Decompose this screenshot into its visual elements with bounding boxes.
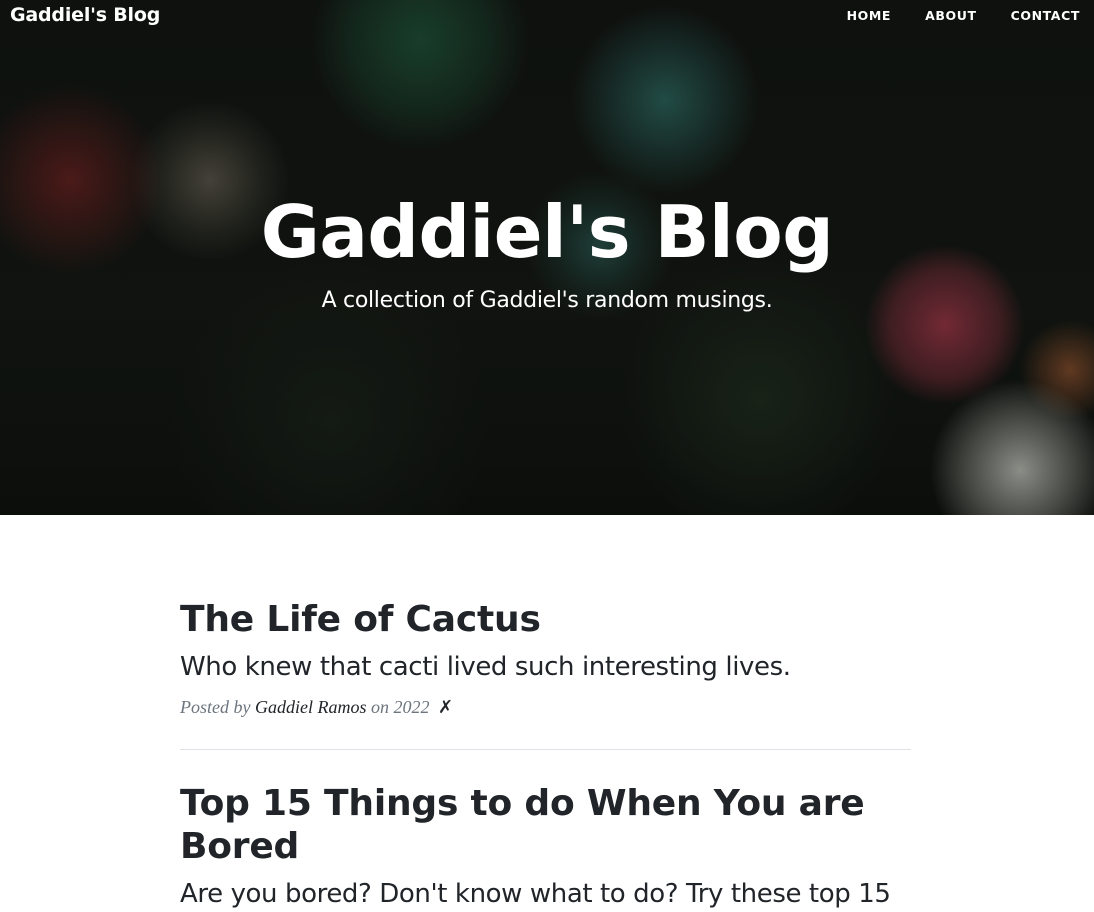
nav-link-contact[interactable]: CONTACT xyxy=(991,8,1094,23)
post-preview: Top 15 Things to do When You are Bored A… xyxy=(180,750,911,912)
nav-links: HOME ABOUT CONTACT xyxy=(827,8,1094,23)
main-nav: Gaddiel's Blog HOME ABOUT CONTACT xyxy=(0,0,1094,32)
hero-title: Gaddiel's Blog xyxy=(260,190,834,274)
page-header: Gaddiel's Blog HOME ABOUT CONTACT Gaddie… xyxy=(0,0,1094,515)
delete-post-icon[interactable]: ✗ xyxy=(438,697,453,717)
post-title-link[interactable]: The Life of Cactus xyxy=(180,598,911,641)
post-date: on 2022 xyxy=(366,697,434,717)
post-subtitle: Who knew that cacti lived such interesti… xyxy=(180,652,791,682)
post-preview: The Life of Cactus Who knew that cacti l… xyxy=(180,515,911,750)
nav-link-home[interactable]: HOME xyxy=(827,8,905,23)
post-author-link[interactable]: Gaddiel Ramos xyxy=(255,697,367,717)
post-list: The Life of Cactus Who knew that cacti l… xyxy=(180,515,911,912)
nav-link-about[interactable]: ABOUT xyxy=(905,8,991,23)
post-title-link[interactable]: Top 15 Things to do When You are Bored xyxy=(180,782,911,868)
post-subtitle: Are you bored? Don't know what to do? Tr… xyxy=(180,879,891,909)
post-meta-prefix: Posted by xyxy=(180,697,255,717)
nav-brand[interactable]: Gaddiel's Blog xyxy=(10,4,160,26)
hero-subtitle: A collection of Gaddiel's random musings… xyxy=(321,288,773,313)
post-meta: Posted by Gaddiel Ramos on 2022 ✗ xyxy=(180,697,911,718)
